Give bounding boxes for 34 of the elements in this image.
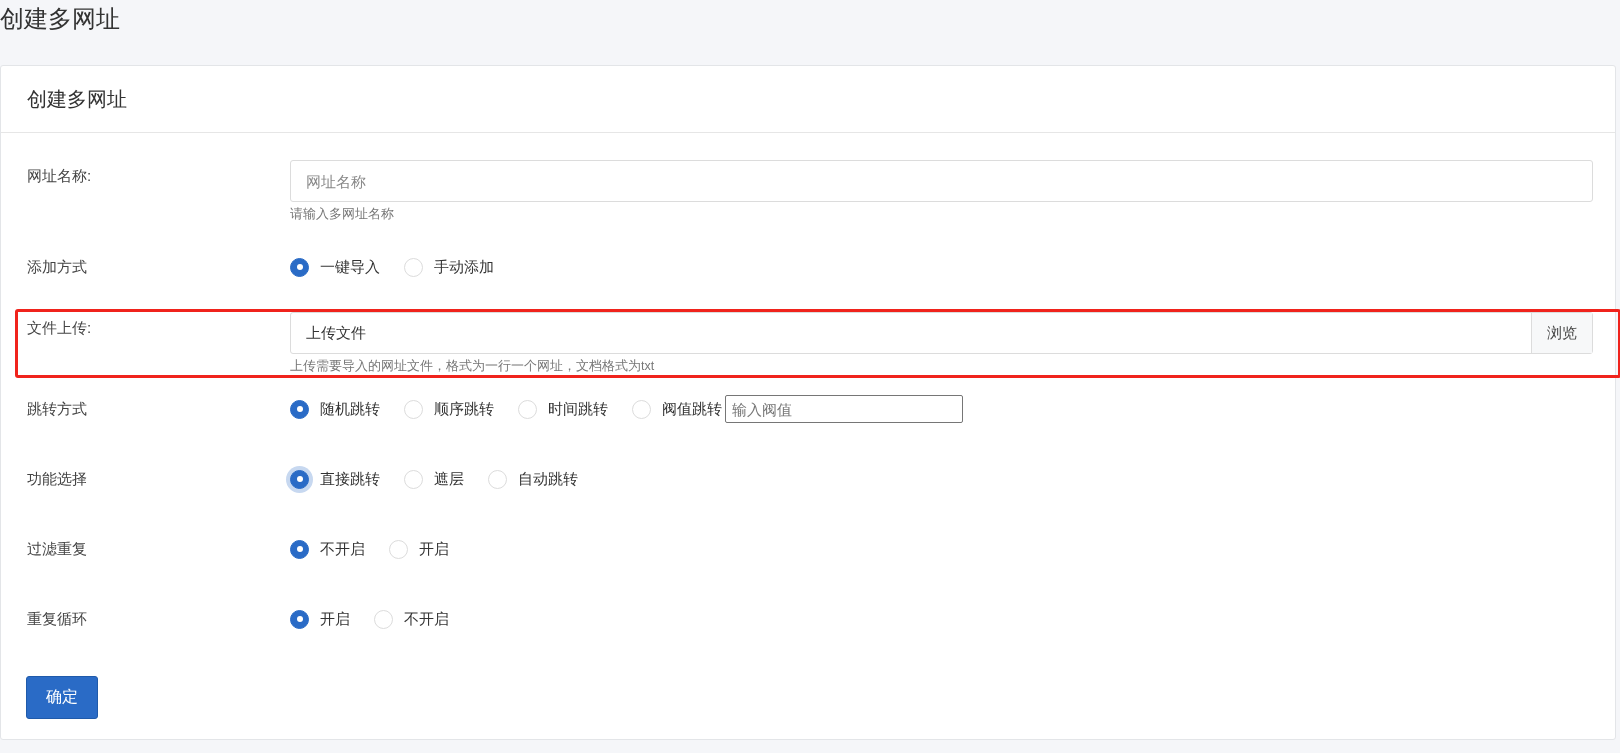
field-label: 重复循环 (26, 609, 88, 629)
field-label: 跳转方式 (26, 399, 88, 419)
help-text: 上传需要导入的网址文件，格式为一行一个网址，文档格式为txt (290, 358, 656, 375)
field-label: 文件上传: (26, 318, 93, 338)
radio-label[interactable]: 遮层 (434, 469, 464, 489)
name-input-field[interactable]: 网址名称 (290, 160, 1593, 202)
browse-button[interactable]: 浏览 (1531, 313, 1592, 353)
radio-label[interactable]: 时间跳转 (548, 399, 608, 419)
radio-label[interactable]: 直接跳转 (320, 469, 380, 489)
radio-label[interactable]: 自动跳转 (518, 469, 578, 489)
radio-label[interactable]: 顺序跳转 (434, 399, 494, 419)
radio-button[interactable] (290, 609, 309, 629)
radio-label[interactable]: 阀值跳转 (662, 399, 722, 419)
field-label: 功能选择 (26, 469, 88, 489)
field-label: 添加方式 (26, 257, 88, 277)
radio-label[interactable]: 一键导入 (320, 257, 380, 277)
radio-label[interactable]: 随机跳转 (320, 399, 380, 419)
confirm-button[interactable]: 确定 (26, 676, 98, 719)
radio-label[interactable]: 不开启 (320, 539, 365, 559)
radio-label[interactable]: 开启 (320, 609, 350, 629)
threshold-input-field[interactable]: 输入阀值 (725, 395, 963, 423)
radio-label[interactable]: 开启 (419, 539, 449, 559)
radio-label[interactable]: 手动添加 (434, 257, 494, 277)
file-upload-field[interactable]: 上传文件 浏览 (290, 312, 1593, 354)
field-label: 网址名称: (26, 166, 93, 186)
radio-button[interactable] (290, 399, 309, 419)
field-label: 过滤重复 (26, 539, 88, 559)
radio-button[interactable] (290, 257, 309, 277)
file-field-text: 上传文件 (305, 323, 367, 343)
help-text: 请输入多网址名称 (290, 206, 395, 223)
radio-label[interactable]: 不开启 (404, 609, 449, 629)
radio-button[interactable] (290, 539, 309, 559)
card-title: 创建多网址 (27, 86, 127, 112)
page-title: 创建多网址 (0, 4, 121, 34)
